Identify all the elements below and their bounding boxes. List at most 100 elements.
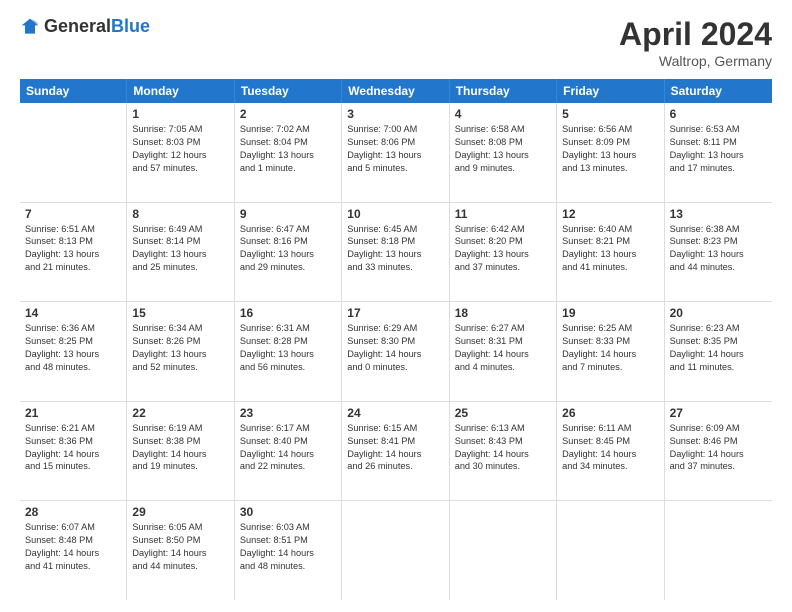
day-number: 9 xyxy=(240,207,336,221)
day-number: 19 xyxy=(562,306,658,320)
calendar-cell: 9 Sunrise: 6:47 AM Sunset: 8:16 PM Daylig… xyxy=(235,203,342,302)
calendar-cell: 21 Sunrise: 6:21 AM Sunset: 8:36 PM Dayli… xyxy=(20,402,127,501)
page: GeneralBlue April 2024 Waltrop, Germany … xyxy=(0,0,792,612)
calendar-cell: 25Sunrise: 6:13 AM Sunset: 8:43 PM Dayli… xyxy=(450,402,557,501)
calendar-cell: 4Sunrise: 6:58 AM Sunset: 8:08 PM Daylig… xyxy=(450,103,557,202)
logo-icon xyxy=(20,17,40,37)
logo-text: GeneralBlue xyxy=(44,16,150,37)
day-number: 20 xyxy=(670,306,767,320)
calendar-header-row: SundayMondayTuesdayWednesdayThursdayFrid… xyxy=(20,79,772,103)
calendar-cell: 13 Sunrise: 6:38 AM Sunset: 8:23 PM Dayli… xyxy=(665,203,772,302)
calendar-cell: 18 Sunrise: 6:27 AM Sunset: 8:31 PM Dayli… xyxy=(450,302,557,401)
day-info: Sunrise: 6:07 AM Sunset: 8:48 PM Dayligh… xyxy=(25,521,121,573)
calendar-header-cell: Thursday xyxy=(450,79,557,103)
day-info: Sunrise: 6:47 AM Sunset: 8:16 PM Dayligh… xyxy=(240,223,336,275)
day-info: Sunrise: 6:25 AM Sunset: 8:33 PM Dayligh… xyxy=(562,322,658,374)
day-info: Sunrise: 6:27 AM Sunset: 8:31 PM Dayligh… xyxy=(455,322,551,374)
day-info: Sunrise: 6:56 AM Sunset: 8:09 PM Dayligh… xyxy=(562,123,658,175)
day-info: Sunrise: 7:00 AM Sunset: 8:06 PM Dayligh… xyxy=(347,123,443,175)
day-number: 30 xyxy=(240,505,336,519)
calendar-cell xyxy=(342,501,449,600)
day-info: Sunrise: 6:31 AM Sunset: 8:28 PM Dayligh… xyxy=(240,322,336,374)
calendar-cell: 17 Sunrise: 6:29 AM Sunset: 8:30 PM Dayli… xyxy=(342,302,449,401)
day-info: Sunrise: 6:34 AM Sunset: 8:26 PM Dayligh… xyxy=(132,322,228,374)
day-info: Sunrise: 6:29 AM Sunset: 8:30 PM Dayligh… xyxy=(347,322,443,374)
day-number: 15 xyxy=(132,306,228,320)
day-number: 16 xyxy=(240,306,336,320)
day-info: Sunrise: 6:19 AM Sunset: 8:38 PM Dayligh… xyxy=(132,422,228,474)
calendar-cell: 7 Sunrise: 6:51 AM Sunset: 8:13 PM Daylig… xyxy=(20,203,127,302)
calendar-header-cell: Saturday xyxy=(665,79,772,103)
calendar-cell xyxy=(557,501,664,600)
calendar-week: 1 Sunrise: 7:05 AM Sunset: 8:03 PM Daylig… xyxy=(20,103,772,203)
day-info: Sunrise: 6:42 AM Sunset: 8:20 PM Dayligh… xyxy=(455,223,551,275)
calendar-cell: 5 Sunrise: 6:56 AM Sunset: 8:09 PM Daylig… xyxy=(557,103,664,202)
calendar-cell: 26Sunrise: 6:11 AM Sunset: 8:45 PM Dayli… xyxy=(557,402,664,501)
day-info: Sunrise: 6:05 AM Sunset: 8:50 PM Dayligh… xyxy=(132,521,228,573)
calendar-cell: 30 Sunrise: 6:03 AM Sunset: 8:51 PM Dayli… xyxy=(235,501,342,600)
day-info: Sunrise: 6:23 AM Sunset: 8:35 PM Dayligh… xyxy=(670,322,767,374)
calendar-cell: 1 Sunrise: 7:05 AM Sunset: 8:03 PM Daylig… xyxy=(127,103,234,202)
day-info: Sunrise: 6:51 AM Sunset: 8:13 PM Dayligh… xyxy=(25,223,121,275)
day-number: 13 xyxy=(670,207,767,221)
day-info: Sunrise: 6:03 AM Sunset: 8:51 PM Dayligh… xyxy=(240,521,336,573)
day-number: 28 xyxy=(25,505,121,519)
day-info: Sunrise: 6:13 AM Sunset: 8:43 PM Dayligh… xyxy=(455,422,551,474)
day-number: 29 xyxy=(132,505,228,519)
calendar-cell: 6 Sunrise: 6:53 AM Sunset: 8:11 PM Daylig… xyxy=(665,103,772,202)
day-number: 14 xyxy=(25,306,121,320)
day-number: 12 xyxy=(562,207,658,221)
calendar-cell: 29 Sunrise: 6:05 AM Sunset: 8:50 PM Dayli… xyxy=(127,501,234,600)
title-block: April 2024 Waltrop, Germany xyxy=(619,16,772,69)
day-number: 18 xyxy=(455,306,551,320)
day-info: Sunrise: 6:40 AM Sunset: 8:21 PM Dayligh… xyxy=(562,223,658,275)
logo-blue: Blue xyxy=(111,16,150,36)
day-number: 17 xyxy=(347,306,443,320)
day-info: Sunrise: 7:05 AM Sunset: 8:03 PM Dayligh… xyxy=(132,123,228,175)
calendar-cell: 14 Sunrise: 6:36 AM Sunset: 8:25 PM Dayli… xyxy=(20,302,127,401)
logo: GeneralBlue xyxy=(20,16,150,37)
calendar-cell: 10 Sunrise: 6:45 AM Sunset: 8:18 PM Dayli… xyxy=(342,203,449,302)
day-number: 8 xyxy=(132,207,228,221)
day-info: Sunrise: 6:38 AM Sunset: 8:23 PM Dayligh… xyxy=(670,223,767,275)
calendar-header-cell: Friday xyxy=(557,79,664,103)
day-number: 6 xyxy=(670,107,767,121)
logo-general: General xyxy=(44,16,111,36)
calendar-header-cell: Monday xyxy=(127,79,234,103)
month-title: April 2024 xyxy=(619,16,772,53)
calendar-cell xyxy=(665,501,772,600)
day-number: 2 xyxy=(240,107,336,121)
calendar-cell xyxy=(20,103,127,202)
calendar-body: 1 Sunrise: 7:05 AM Sunset: 8:03 PM Daylig… xyxy=(20,103,772,600)
calendar-week: 28 Sunrise: 6:07 AM Sunset: 8:48 PM Dayli… xyxy=(20,501,772,600)
day-number: 5 xyxy=(562,107,658,121)
day-number: 21 xyxy=(25,406,121,420)
day-number: 23 xyxy=(240,406,336,420)
calendar-cell: 15 Sunrise: 6:34 AM Sunset: 8:26 PM Dayli… xyxy=(127,302,234,401)
day-number: 7 xyxy=(25,207,121,221)
day-number: 24 xyxy=(347,406,443,420)
calendar-week: 7 Sunrise: 6:51 AM Sunset: 8:13 PM Daylig… xyxy=(20,203,772,303)
calendar-cell: 20 Sunrise: 6:23 AM Sunset: 8:35 PM Dayli… xyxy=(665,302,772,401)
day-info: Sunrise: 6:49 AM Sunset: 8:14 PM Dayligh… xyxy=(132,223,228,275)
day-info: Sunrise: 6:53 AM Sunset: 8:11 PM Dayligh… xyxy=(670,123,767,175)
calendar-cell xyxy=(450,501,557,600)
day-info: Sunrise: 6:17 AM Sunset: 8:40 PM Dayligh… xyxy=(240,422,336,474)
calendar-cell: 16 Sunrise: 6:31 AM Sunset: 8:28 PM Dayli… xyxy=(235,302,342,401)
day-info: Sunrise: 6:36 AM Sunset: 8:25 PM Dayligh… xyxy=(25,322,121,374)
day-info: Sunrise: 7:02 AM Sunset: 8:04 PM Dayligh… xyxy=(240,123,336,175)
day-number: 22 xyxy=(132,406,228,420)
calendar-header-cell: Tuesday xyxy=(235,79,342,103)
day-info: Sunrise: 6:45 AM Sunset: 8:18 PM Dayligh… xyxy=(347,223,443,275)
day-number: 1 xyxy=(132,107,228,121)
calendar: SundayMondayTuesdayWednesdayThursdayFrid… xyxy=(20,79,772,600)
day-info: Sunrise: 6:21 AM Sunset: 8:36 PM Dayligh… xyxy=(25,422,121,474)
day-number: 10 xyxy=(347,207,443,221)
location: Waltrop, Germany xyxy=(619,53,772,69)
day-info: Sunrise: 6:58 AM Sunset: 8:08 PM Dayligh… xyxy=(455,123,551,175)
calendar-cell: 11Sunrise: 6:42 AM Sunset: 8:20 PM Dayli… xyxy=(450,203,557,302)
calendar-week: 21 Sunrise: 6:21 AM Sunset: 8:36 PM Dayli… xyxy=(20,402,772,502)
day-info: Sunrise: 6:11 AM Sunset: 8:45 PM Dayligh… xyxy=(562,422,658,474)
day-number: 3 xyxy=(347,107,443,121)
calendar-cell: 3 Sunrise: 7:00 AM Sunset: 8:06 PM Daylig… xyxy=(342,103,449,202)
